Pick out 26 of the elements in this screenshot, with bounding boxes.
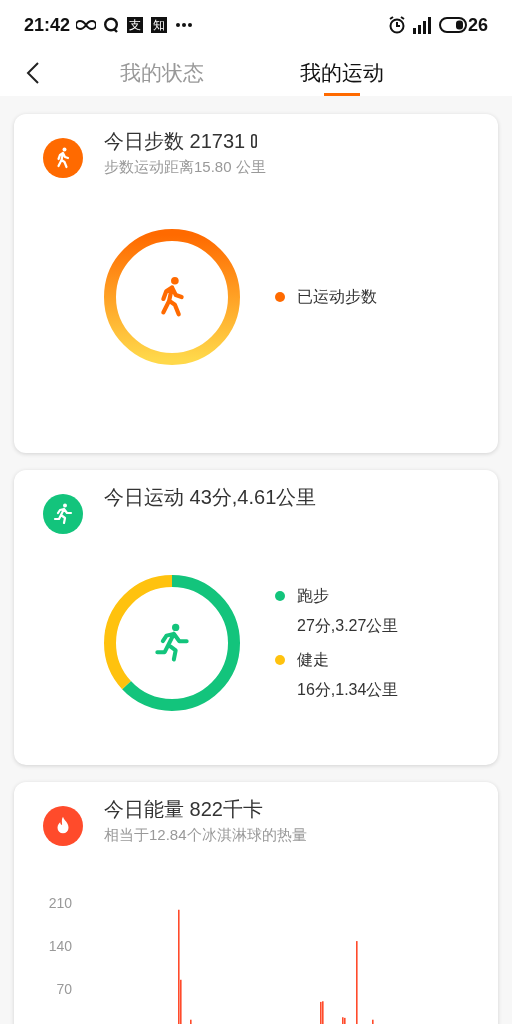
- app-notification-icon: 支: [127, 17, 144, 33]
- axis-label: 140: [48, 937, 72, 956]
- card-title: 今日步数 21731: [104, 129, 246, 154]
- band-icon: [251, 134, 258, 148]
- axis-label: 70: [56, 980, 72, 999]
- alarm-icon: [387, 16, 406, 34]
- legend-label: 健走: [297, 650, 329, 670]
- card-title: 今日运动 43分,4.61公里: [104, 485, 317, 510]
- battery-level: 26: [467, 13, 488, 37]
- infinity-icon: [76, 20, 97, 30]
- legend-label: 已运动步数: [297, 287, 377, 307]
- card-subtitle: 相当于12.84个冰淇淋球的热量: [104, 825, 307, 845]
- more-icon: [176, 23, 193, 27]
- legend-detail: 16分,1.34公里: [297, 680, 399, 700]
- card-title: 今日能量 822千卡: [104, 797, 263, 822]
- runner-icon: [51, 502, 75, 526]
- chat-icon: [103, 17, 120, 33]
- legend-label: 跑步: [297, 586, 329, 606]
- app-notification-icon: 知: [151, 17, 168, 33]
- tab[interactable]: 我的运动: [300, 50, 384, 96]
- status-time: 21:42: [24, 13, 71, 37]
- card-subtitle: 步数运动距离15.80 公里: [104, 157, 266, 177]
- signal-icon: [411, 16, 432, 34]
- battery-icon: [438, 17, 467, 33]
- legend-detail: 27分,3.27公里: [297, 616, 399, 636]
- axis-label: 210: [48, 894, 72, 913]
